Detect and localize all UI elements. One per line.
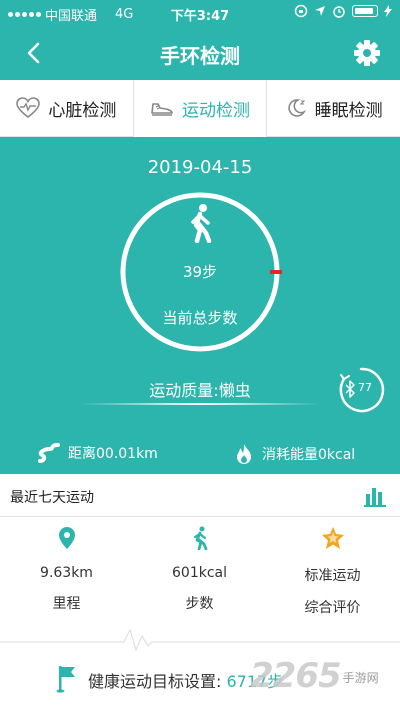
location-pin-icon bbox=[58, 527, 75, 549]
bluetooth-value: 77 bbox=[358, 381, 372, 394]
tab-sport[interactable]: 运动检测 bbox=[132, 80, 267, 137]
heart-pulse-icon bbox=[16, 97, 41, 119]
watermark-logo: 2265 bbox=[250, 656, 342, 696]
calories-stat: 消耗能量0kcal bbox=[234, 443, 355, 465]
summary-rating-value: 标准运动 bbox=[304, 568, 361, 584]
summary-distance: 9.63km 里程 bbox=[0, 525, 133, 613]
detection-tabs: 心脏检测 运动检测 睡眠检测 bbox=[0, 80, 400, 137]
summary-steps-label: 步数 bbox=[185, 596, 214, 612]
recent-label: 最近七天运动 bbox=[10, 490, 94, 506]
runner-icon bbox=[193, 526, 207, 550]
alarm-icon bbox=[333, 6, 345, 18]
site-watermark: 2265 手游网 bbox=[250, 656, 379, 696]
distance-stat: 距离00.01km bbox=[38, 443, 158, 463]
app-header: 手环检测 bbox=[0, 26, 400, 80]
recent-section-header[interactable]: 最近七天运动 bbox=[0, 474, 400, 517]
summary-rating-label: 综合评价 bbox=[304, 600, 361, 616]
pulse-divider bbox=[0, 628, 400, 652]
activity-date[interactable]: 2019-04-15 bbox=[0, 157, 400, 178]
walking-person-icon bbox=[191, 204, 212, 243]
sneaker-icon bbox=[151, 103, 173, 116]
summary-steps: 601kcal 步数 bbox=[133, 525, 266, 613]
calories-text: 消耗能量0kcal bbox=[262, 447, 356, 463]
flame-icon bbox=[237, 444, 251, 464]
bar-chart-icon[interactable] bbox=[362, 482, 388, 508]
watermark-text: 手游网 bbox=[342, 671, 379, 685]
flag-icon bbox=[56, 666, 75, 693]
settings-gear-icon[interactable] bbox=[350, 36, 384, 70]
location-arrow-icon bbox=[315, 6, 325, 16]
tab-sleep-label: 睡眠检测 bbox=[314, 100, 383, 121]
rotation-lock-icon bbox=[294, 4, 308, 18]
summary-rating: 标准运动 综合评价 bbox=[266, 525, 399, 617]
page-title: 手环检测 bbox=[160, 44, 240, 68]
distance-text: 距离00.01km bbox=[68, 446, 158, 462]
summary-distance-value: 9.63km bbox=[40, 565, 93, 581]
status-bar: 中国联通 4G 下午3:47 bbox=[0, 0, 400, 26]
activity-panel: 2019-04-15 39步 当前总步数 运动质量:懒虫 77 距离00.01k… bbox=[0, 137, 400, 474]
tab-heart[interactable]: 心脏检测 bbox=[0, 80, 133, 136]
tab-heart-label: 心脏检测 bbox=[48, 100, 117, 121]
step-count: 39步 bbox=[182, 263, 218, 281]
tab-sport-label: 运动检测 bbox=[182, 100, 250, 121]
star-badge-icon bbox=[321, 527, 344, 549]
summary-distance-label: 里程 bbox=[52, 596, 81, 612]
charging-bolt-icon bbox=[384, 5, 392, 17]
tab-sleep[interactable]: 睡眠检测 bbox=[266, 80, 400, 136]
battery-icon bbox=[352, 5, 378, 17]
weekly-summary: 9.63km 里程 601kcal 步数 标准运动 综合评价 bbox=[0, 517, 400, 637]
road-icon bbox=[38, 443, 60, 463]
goal-label: 健康运动目标设置: bbox=[88, 672, 222, 691]
step-count-label: 当前总步数 bbox=[162, 309, 238, 327]
moon-icon bbox=[287, 99, 306, 117]
summary-steps-value: 601kcal bbox=[172, 565, 227, 581]
quality-underline bbox=[80, 403, 320, 405]
